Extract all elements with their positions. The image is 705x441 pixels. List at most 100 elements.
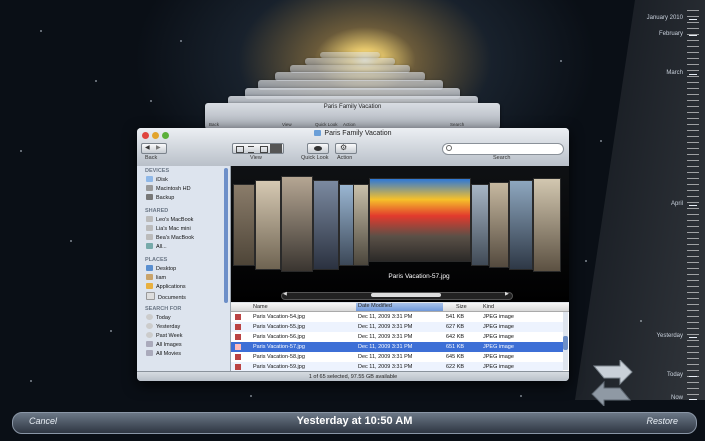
restore-button[interactable]: Restore [646,416,678,426]
search-label: Search [493,155,511,161]
laptop-icon [146,216,153,222]
back-window-quicklook-label: Quick Look [315,122,338,127]
jpeg-file-icon [235,344,241,350]
back-arrow-icon[interactable]: ◀ [145,144,150,151]
scroll-left-arrow-icon[interactable]: ◀ [283,291,287,297]
laptop-icon [146,234,153,240]
column-view-icon[interactable] [260,146,268,153]
timeline-label-yesterday[interactable]: Yesterday [657,333,698,339]
sidebar-item-applications[interactable]: Applications [146,283,228,292]
coverflow-view-icon[interactable] [270,144,282,153]
clock-icon [146,332,153,338]
sidebar-item-yesterday[interactable]: Yesterday [146,323,228,332]
sidebar-item-macintosh-hd[interactable]: Macintosh HD [146,185,228,194]
cover-image[interactable] [233,184,255,266]
cover-image[interactable] [533,178,561,272]
column-header-kind[interactable]: Kind [483,304,494,310]
sidebar-item-leos-macbook[interactable]: Leo's MacBook [146,216,228,225]
smart-folder-icon [146,350,153,356]
clock-icon [146,323,153,329]
cover-image[interactable] [471,184,489,266]
sidebar-item-all-images[interactable]: All Images [146,341,228,350]
column-header-name[interactable]: Name [253,304,268,310]
table-row[interactable]: Paris Vacation-59.jpg Dec 11, 2009 3:31 P… [231,362,563,371]
window-title-text: Paris Family Vacation [324,130,392,137]
cover-image[interactable] [509,180,533,270]
timeline-label-february[interactable]: February [659,31,698,37]
column-header-date-modified[interactable]: Date Modified [356,303,443,311]
table-row[interactable]: Paris Vacation-58.jpg Dec 11, 2009 3:31 P… [231,352,563,362]
sidebar-scrollbar[interactable] [224,168,228,303]
timeline-label-january[interactable]: January 2010 [647,15,698,21]
back-window-view-label: View [282,122,292,127]
table-row[interactable]: Paris Vacation-56.jpg Dec 11, 2009 3:31 P… [231,332,563,342]
cover-image[interactable] [281,176,313,272]
back-window-title: Paris Family Vacation [323,104,382,110]
cover-image[interactable] [255,180,281,270]
sidebar-item-lias-mac-mini[interactable]: Lia's Mac mini [146,225,228,234]
quick-look-button[interactable] [307,143,329,154]
table-row-selected[interactable]: Paris Vacation-57.jpg Dec 11, 2009 3:31 P… [231,342,563,352]
jpeg-file-icon [235,334,241,340]
search-icon [446,145,452,151]
back-window[interactable]: Paris Family Vacation Back View Quick Lo… [205,103,500,129]
sidebar-item-backup[interactable]: Backup [146,194,228,203]
cover-image[interactable] [313,180,339,270]
timeline-label-april[interactable]: April [671,201,698,207]
action-button[interactable]: ⚙ [335,143,357,154]
view-label: View [250,155,262,161]
mac-mini-icon [146,225,153,231]
sidebar-item-today[interactable]: Today [146,314,228,323]
sidebar-item-idisk[interactable]: iDisk [146,176,228,185]
sidebar-item-documents[interactable]: Documents [146,292,228,301]
back-window-back-label: Back [209,122,220,127]
timeline-nav-arrows-icon[interactable] [590,360,634,406]
sidebar-heading-devices: DEVICES [145,168,170,174]
clock-icon [146,314,153,320]
document-icon [146,292,155,300]
sidebar: DEVICES iDisk Macintosh HD Backup SHARED… [137,166,231,371]
search-input[interactable] [442,143,564,155]
cover-caption: Paris Vacation-57.jpg [388,273,450,280]
folder-icon [314,130,322,136]
file-list[interactable]: Name Date Modified Size Kind Paris Vacat… [231,303,569,371]
desktop-icon [146,265,153,271]
jpeg-file-icon [235,324,241,330]
sidebar-item-all-shared[interactable]: All... [146,243,228,252]
eye-icon [314,146,322,151]
sidebar-item-beas-macbook[interactable]: Bea's MacBook [146,234,228,243]
finder-window[interactable]: Paris Family Vacation ◀ ▶ Back View Quic… [137,128,569,381]
cover-image[interactable] [353,184,369,266]
selected-cover-image[interactable] [369,178,471,262]
back-label: Back [145,155,158,161]
cover-image[interactable] [489,182,509,268]
smart-folder-icon [146,341,153,347]
timeline-label-march[interactable]: March [666,70,697,76]
table-row[interactable]: Paris Vacation-54.jpg Dec 11, 2009 3:31 P… [231,312,563,322]
timeline-label-now[interactable]: Now [671,395,698,401]
sidebar-heading-shared: SHARED [145,208,169,214]
sidebar-heading-places: PLACES [145,257,168,263]
list-scrollbar[interactable] [563,312,568,370]
list-header: Name Date Modified Size Kind [231,303,569,312]
sidebar-item-all-movies[interactable]: All Movies [146,350,228,359]
jpeg-file-icon [235,314,241,320]
icon-view-icon[interactable] [236,146,244,153]
view-segmented-control[interactable] [232,143,284,154]
column-header-size[interactable]: Size [456,304,467,310]
sidebar-item-liam[interactable]: liam [146,274,228,283]
scroll-right-arrow-icon[interactable]: ▶ [505,291,509,297]
cover-flow-scroll-thumb[interactable] [371,293,441,297]
back-window-search-label: Search [450,122,465,127]
back-forward-buttons[interactable]: ◀ ▶ [141,143,167,154]
snapshot-date-title: Yesterday at 10:50 AM [296,415,413,427]
sidebar-item-past-week[interactable]: Past Week [146,332,228,341]
cover-flow[interactable]: Paris Vacation-57.jpg ◀ ▶ [231,166,569,302]
quick-look-label: Quick Look [301,155,329,161]
forward-arrow-icon[interactable]: ▶ [156,144,161,151]
sidebar-heading-search-for: SEARCH FOR [145,306,182,312]
table-row[interactable]: Paris Vacation-55.jpg Dec 11, 2009 3:31 P… [231,322,563,332]
list-view-icon[interactable] [248,146,254,153]
timeline-label-today[interactable]: Today [667,372,698,378]
sidebar-item-desktop[interactable]: Desktop [146,265,228,274]
